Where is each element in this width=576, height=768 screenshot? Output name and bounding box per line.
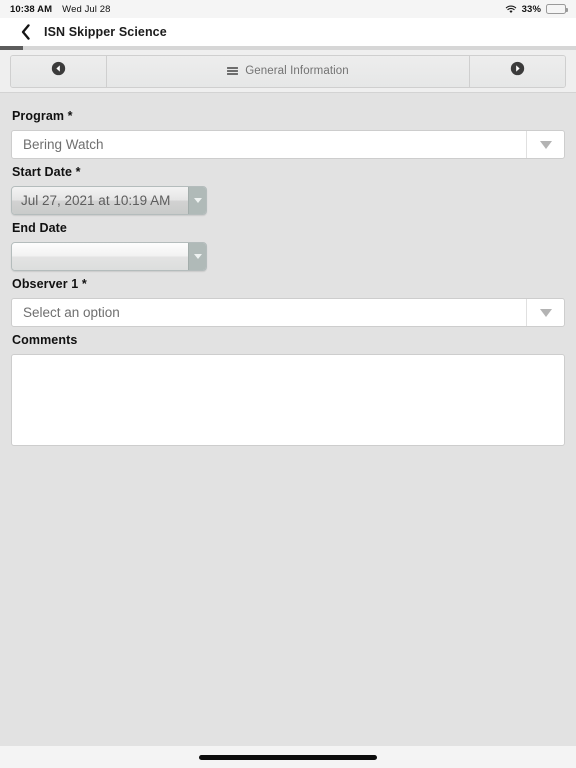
form-progress-bar (0, 46, 576, 50)
program-select-value: Bering Watch (23, 137, 104, 152)
field-label-comments: Comments (12, 333, 78, 347)
end-date-caret[interactable] (188, 243, 206, 270)
circle-arrow-left-icon (51, 61, 66, 81)
start-date-value: Jul 27, 2021 at 10:19 AM (12, 187, 188, 214)
triangle-down-icon (193, 254, 202, 259)
chevron-left-icon[interactable] (18, 23, 32, 41)
next-section-button[interactable] (470, 55, 565, 87)
field-observer-1: Observer 1 * Select an option (11, 277, 565, 327)
end-date-picker[interactable] (11, 242, 207, 271)
comments-textarea[interactable] (11, 354, 565, 446)
field-label-end-date: End Date (12, 221, 67, 235)
observer-1-select-caret[interactable] (526, 299, 564, 326)
field-end-date: End Date (11, 221, 565, 271)
section-selector-button[interactable]: General Information (106, 55, 470, 87)
field-start-date: Start Date * Jul 27, 2021 at 10:19 AM (11, 165, 565, 215)
status-bar-left: 10:38 AM Wed Jul 28 (10, 4, 111, 15)
home-indicator[interactable] (199, 754, 377, 760)
status-date: Wed Jul 28 (62, 3, 111, 15)
status-time: 10:38 AM (10, 3, 53, 15)
field-label-observer-1: Observer 1 * (12, 277, 87, 291)
form-progress-fill (0, 46, 24, 50)
program-select-caret[interactable] (526, 131, 564, 158)
status-bar: 10:38 AM Wed Jul 28 33% (0, 0, 576, 18)
wifi-icon (505, 5, 517, 14)
observer-1-select-value: Select an option (23, 305, 120, 320)
start-date-picker[interactable]: Jul 27, 2021 at 10:19 AM (11, 186, 207, 215)
app-window: 10:38 AM Wed Jul 28 33% ISN Skipper Scie… (0, 0, 576, 768)
triangle-down-icon (193, 198, 202, 203)
current-section-label: General Information (245, 65, 349, 77)
field-comments: Comments (11, 333, 565, 446)
status-bar-right: 33% (505, 3, 568, 15)
end-date-value (12, 243, 188, 270)
section-toolbar-group: General Information (10, 54, 566, 88)
navigation-bar: ISN Skipper Science (0, 18, 576, 46)
field-label-program: Program * (12, 109, 73, 123)
battery-percent-label: 33% (521, 3, 541, 15)
triangle-down-icon (539, 308, 552, 317)
form-content: Program * Bering Watch Start Date * Jul … (0, 93, 576, 746)
field-program: Program * Bering Watch (11, 109, 565, 159)
field-label-start-date: Start Date * (12, 165, 81, 179)
hamburger-menu-icon (227, 67, 239, 75)
program-select[interactable]: Bering Watch (11, 130, 565, 159)
home-indicator-bar (0, 746, 576, 768)
previous-section-button[interactable] (11, 55, 106, 87)
triangle-down-icon (539, 140, 552, 149)
page-title: ISN Skipper Science (44, 25, 167, 39)
start-date-caret[interactable] (188, 187, 206, 214)
circle-arrow-right-icon (510, 61, 525, 81)
section-toolbar: General Information (0, 50, 576, 93)
battery-icon (546, 4, 568, 14)
observer-1-select[interactable]: Select an option (11, 298, 565, 327)
